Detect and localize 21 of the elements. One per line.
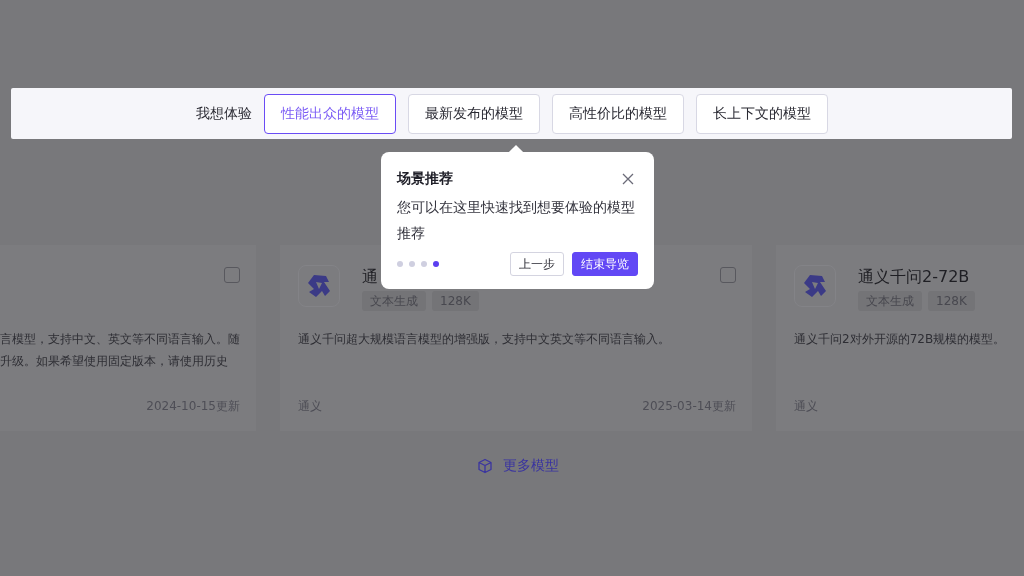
model-logo-icon: [298, 265, 340, 307]
finish-tour-button[interactable]: 结束导览: [572, 252, 638, 276]
compare-checkbox[interactable]: [720, 267, 736, 283]
close-icon[interactable]: [622, 173, 634, 185]
popover-title: 场景推荐: [397, 170, 453, 188]
scenario-tab[interactable]: 性能出众的模型: [263, 93, 396, 134]
model-title: 通义千问2-72B: [858, 267, 971, 287]
scenario-label: 我想体验: [195, 104, 252, 123]
popover-text: 您可以在这里快速找到想要体验的模型推荐: [397, 198, 636, 243]
scenario-tab[interactable]: 高性价比的模型: [551, 93, 684, 134]
model-description: 通义千问超大规模语言模型的增强版，支持中文英文等不同语言输入。: [298, 331, 670, 347]
cube-icon: [477, 458, 493, 474]
scenario-tab[interactable]: 长上下文的模型: [695, 93, 828, 134]
model-title: 通: [362, 267, 379, 287]
scenario-tab[interactable]: 最新发布的模型: [407, 93, 540, 134]
model-description: 升级。如果希望使用固定版本，请使用历史: [0, 353, 228, 369]
compare-checkbox[interactable]: [224, 267, 240, 283]
model-description: 言模型，支持中文、英文等不同语言输入。随: [0, 331, 240, 347]
previous-step-button[interactable]: 上一步: [510, 252, 564, 276]
model-logo-icon: [794, 265, 836, 307]
model-description: 通义千问2对外开源的72B规模的模型。: [794, 331, 1006, 347]
